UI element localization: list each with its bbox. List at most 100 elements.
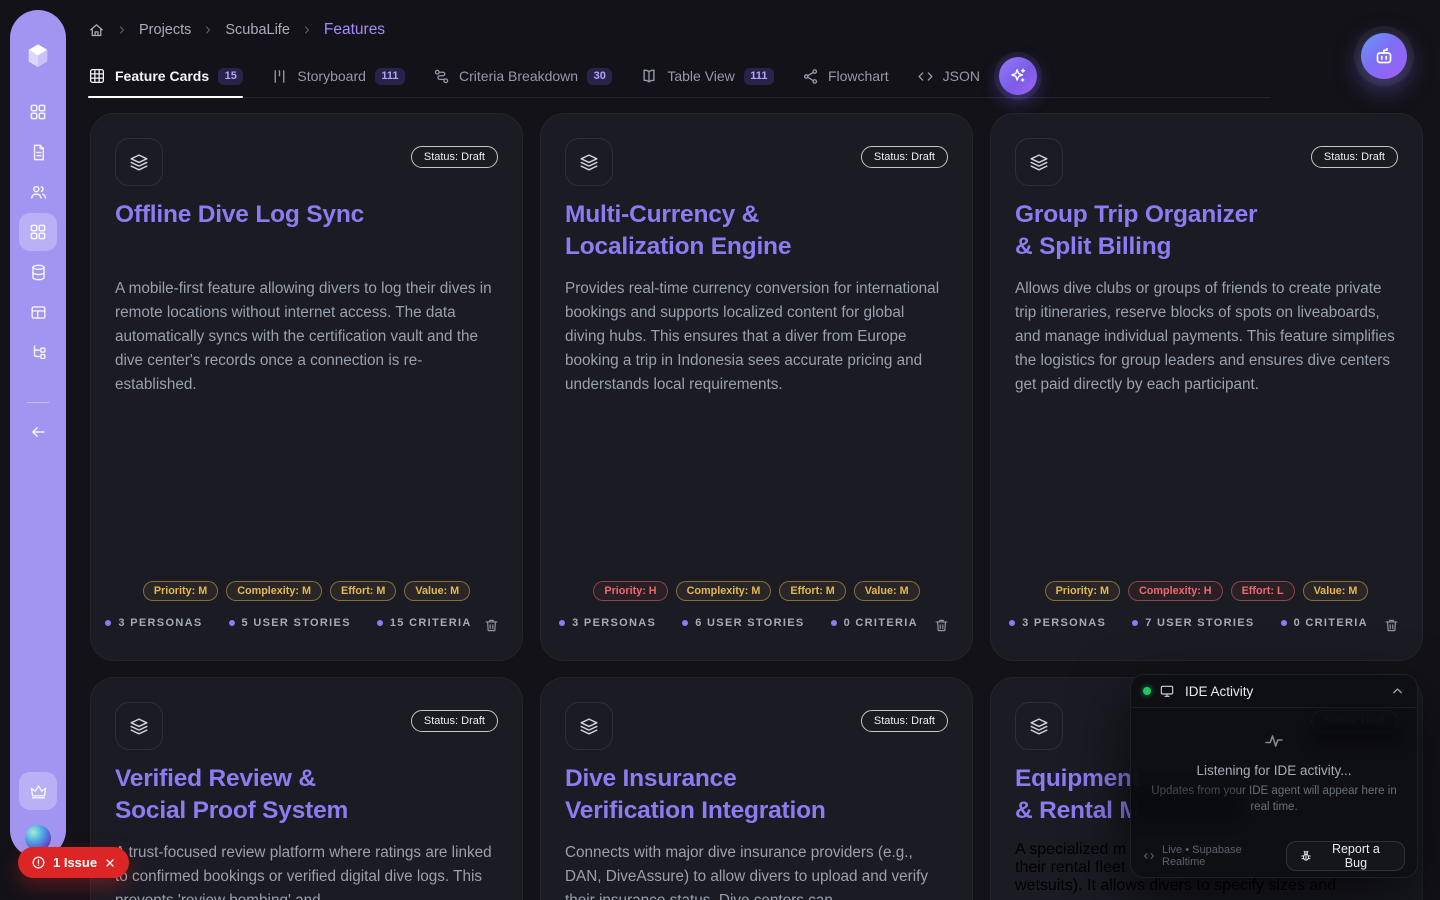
sidebar-item-personas[interactable] bbox=[19, 173, 57, 211]
complexity-tag: Complexity: M bbox=[226, 581, 322, 601]
card-title: Offline Dive Log Sync bbox=[115, 199, 498, 263]
code-small-icon bbox=[1143, 850, 1155, 862]
issue-badge[interactable]: 1 Issue bbox=[18, 847, 129, 878]
trash-icon bbox=[933, 617, 950, 634]
user-stories-count: 6 USER STORIES bbox=[695, 617, 804, 629]
tab-storyboard[interactable]: Storyboard 111 bbox=[271, 55, 405, 97]
value-tag: Value: M bbox=[404, 581, 470, 601]
sidebar-divider bbox=[27, 402, 49, 403]
sidebar-item-dashboard[interactable] bbox=[19, 93, 57, 131]
tab-flowchart[interactable]: Flowchart bbox=[802, 55, 889, 97]
tab-count-badge: 15 bbox=[218, 68, 243, 85]
tab-json[interactable]: JSON bbox=[917, 55, 980, 97]
close-icon[interactable] bbox=[104, 857, 116, 869]
ai-assistant-button[interactable] bbox=[999, 57, 1037, 95]
card-tags: Priority: H Complexity: M Effort: M Valu… bbox=[565, 581, 948, 601]
realtime-status: Live • Supabase Realtime bbox=[1143, 844, 1286, 868]
complexity-tag: Complexity: H bbox=[1128, 581, 1223, 601]
tab-count-badge: 111 bbox=[744, 68, 774, 85]
delete-card-button[interactable] bbox=[1383, 617, 1400, 634]
trash-icon bbox=[483, 617, 500, 634]
card-description: A trust-focused review platform where ra… bbox=[115, 841, 498, 900]
breadcrumb-projects[interactable]: Projects bbox=[139, 22, 191, 38]
activity-icon bbox=[1262, 729, 1286, 753]
card-description: Connects with major dive insurance provi… bbox=[565, 841, 948, 900]
priority-tag: Priority: H bbox=[593, 581, 667, 601]
feature-card[interactable]: Status: Draft Multi-Currency &Localizati… bbox=[540, 113, 973, 661]
ide-panel-title: IDE Activity bbox=[1185, 684, 1382, 699]
status-badge: Status: Draft bbox=[861, 710, 948, 732]
feature-card[interactable]: Status: Draft Offline Dive Log Sync A mo… bbox=[90, 113, 523, 661]
skeleton-blob bbox=[1130, 787, 1243, 821]
skeleton-blob bbox=[1311, 720, 1403, 746]
status-badge: Status: Draft bbox=[1311, 146, 1398, 168]
back-arrow-icon bbox=[28, 422, 48, 442]
card-description: Provides real-time currency conversion f… bbox=[565, 277, 948, 397]
status-badge: Status: Draft bbox=[411, 146, 498, 168]
features-grid-icon bbox=[28, 222, 48, 242]
bot-icon bbox=[1372, 44, 1396, 68]
effort-tag: Effort: M bbox=[330, 581, 396, 601]
ide-empty-state-title: Listening for IDE activity... bbox=[1196, 763, 1351, 778]
card-stats: 3 PERSONAS 6 USER STORIES 0 CRITERIA bbox=[565, 616, 912, 629]
users-icon bbox=[28, 182, 48, 202]
sidebar-back-button[interactable] bbox=[19, 413, 57, 451]
upgrade-button[interactable] bbox=[19, 772, 57, 810]
sidebar-item-features[interactable] bbox=[19, 213, 57, 251]
card-stats: 3 PERSONAS 5 USER STORIES 15 CRITERIA bbox=[115, 616, 462, 629]
home-icon bbox=[88, 22, 105, 39]
database-icon bbox=[29, 263, 48, 282]
grid-icon bbox=[88, 67, 106, 85]
tab-feature-cards[interactable]: Feature Cards 15 bbox=[88, 55, 243, 97]
breadcrumb-current: Features bbox=[324, 21, 385, 39]
breadcrumb-project[interactable]: ScubaLife bbox=[225, 22, 290, 38]
chevron-up-icon bbox=[1390, 684, 1405, 699]
share-icon bbox=[802, 68, 819, 85]
complexity-tag: Complexity: M bbox=[676, 581, 772, 601]
sidebar-item-table[interactable] bbox=[19, 293, 57, 331]
crown-icon bbox=[29, 782, 48, 801]
personas-count: 3 PERSONAS bbox=[572, 617, 656, 629]
app-window: 1 Issue Projects ScubaLife Features Feat… bbox=[0, 0, 1440, 900]
alert-circle-icon bbox=[31, 855, 46, 870]
priority-tag: Priority: M bbox=[1045, 581, 1120, 601]
breadcrumb-home-button[interactable] bbox=[88, 22, 105, 39]
live-status-dot bbox=[1143, 687, 1151, 695]
sidebar-item-tree[interactable] bbox=[19, 333, 57, 371]
card-title: Dive InsuranceVerification Integration bbox=[565, 763, 948, 827]
card-description: Allows dive clubs or groups of friends t… bbox=[1015, 277, 1398, 397]
sidebar-item-documents[interactable] bbox=[19, 133, 57, 171]
feature-card[interactable]: Status: Draft Dive InsuranceVerification… bbox=[540, 677, 973, 900]
chatbot-button[interactable] bbox=[1361, 33, 1407, 79]
sparkles-icon bbox=[1008, 66, 1028, 86]
book-open-icon bbox=[640, 67, 658, 85]
chevron-right-icon bbox=[301, 24, 313, 36]
chevron-right-icon bbox=[116, 24, 128, 36]
tab-table-view[interactable]: Table View 111 bbox=[640, 55, 774, 97]
tab-count-badge: 111 bbox=[375, 68, 405, 85]
card-description: A mobile-first feature allowing divers t… bbox=[115, 277, 498, 397]
delete-card-button[interactable] bbox=[933, 617, 950, 634]
kanban-icon bbox=[271, 68, 288, 85]
layers-icon bbox=[565, 138, 613, 186]
breadcrumb: Projects ScubaLife Features bbox=[88, 20, 385, 40]
report-bug-button[interactable]: Report a Bug bbox=[1286, 841, 1405, 871]
delete-card-button[interactable] bbox=[483, 617, 500, 634]
card-stats: 3 PERSONAS 7 USER STORIES 0 CRITERIA bbox=[1015, 616, 1362, 629]
tab-criteria-breakdown[interactable]: Criteria Breakdown 30 bbox=[433, 55, 612, 97]
feature-card[interactable]: Status: Draft Group Trip Organizer& Spli… bbox=[990, 113, 1423, 661]
layers-icon bbox=[565, 702, 613, 750]
effort-tag: Effort: M bbox=[779, 581, 845, 601]
collapse-panel-button[interactable] bbox=[1390, 684, 1405, 699]
tree-icon bbox=[29, 343, 48, 362]
ide-panel-header: IDE Activity bbox=[1131, 675, 1417, 708]
user-stories-count: 7 USER STORIES bbox=[1145, 617, 1254, 629]
status-badge: Status: Draft bbox=[411, 710, 498, 732]
ide-panel-body: Listening for IDE activity... Updates fr… bbox=[1131, 708, 1417, 835]
card-tags: Priority: M Complexity: H Effort: L Valu… bbox=[1015, 581, 1398, 601]
feature-card[interactable]: Status: Draft Verified Review &Social Pr… bbox=[90, 677, 523, 900]
personas-count: 3 PERSONAS bbox=[1022, 617, 1106, 629]
document-icon bbox=[29, 143, 48, 162]
layers-icon bbox=[115, 138, 163, 186]
sidebar-item-database[interactable] bbox=[19, 253, 57, 291]
